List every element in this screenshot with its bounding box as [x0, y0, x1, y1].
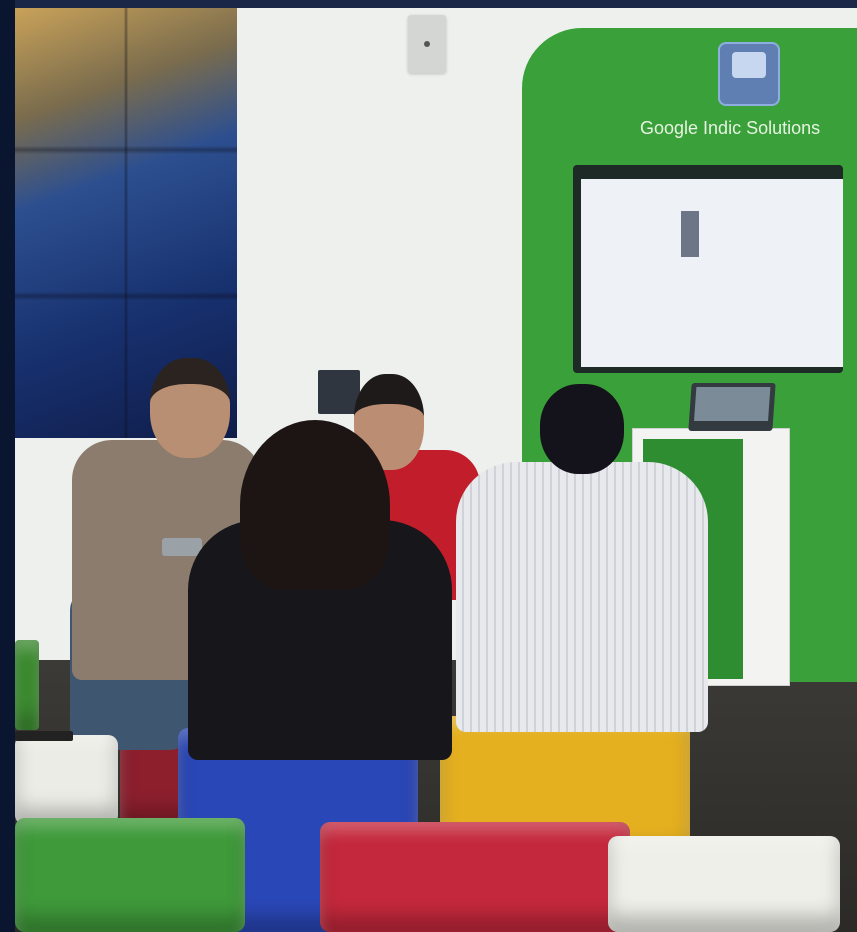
keyboard-badge-icon	[718, 42, 780, 106]
badge-keyboard-glyph	[732, 52, 766, 78]
device-on-stool	[15, 731, 73, 741]
left-border	[0, 0, 15, 932]
person-4-torso	[456, 462, 708, 732]
stool-red	[320, 822, 630, 932]
person-4-head	[540, 384, 624, 474]
wall-speaker	[408, 15, 446, 73]
booth-sign-text: Google Indic Solutions	[640, 118, 821, 138]
monitor-screen	[581, 179, 843, 367]
stool-green	[15, 818, 245, 932]
person-3-hair	[240, 420, 390, 590]
top-border	[0, 0, 857, 8]
laptop-on-stand	[688, 383, 776, 431]
phone	[162, 538, 202, 556]
booth-monitor	[573, 165, 843, 373]
person-1-head	[150, 358, 230, 458]
stool-green-edge	[15, 640, 39, 730]
stool-white-left	[15, 735, 118, 825]
stool-white-right	[608, 836, 840, 932]
speaker-dot	[424, 41, 430, 47]
monitor-content-thumbnail	[681, 211, 699, 257]
laptop-screen	[694, 387, 771, 421]
photo-scene: Google Indic Solutions	[0, 0, 857, 932]
